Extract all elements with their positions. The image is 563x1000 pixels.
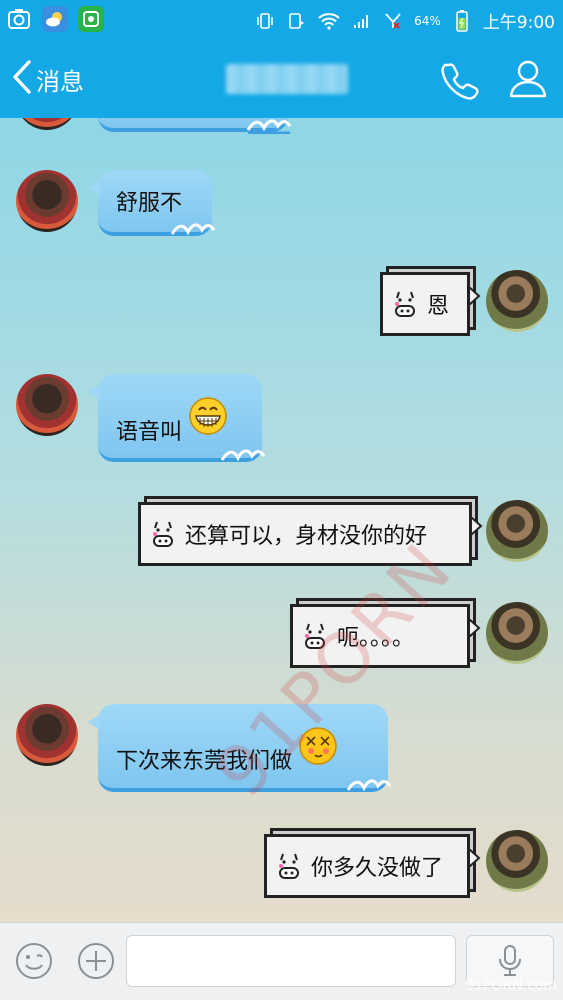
back-button[interactable]: 消息 bbox=[12, 58, 84, 100]
input-bar: 91PORN.com bbox=[0, 922, 563, 1000]
battery-icon bbox=[451, 9, 473, 32]
status-bar-indicators: 64% 上午9:00 bbox=[254, 8, 555, 33]
pig-face-icon bbox=[153, 521, 173, 547]
phone-icon[interactable] bbox=[440, 60, 480, 100]
message-bubble[interactable]: 你多久没做了 bbox=[264, 834, 481, 898]
message-text: 恩 bbox=[427, 294, 450, 319]
message-bubble[interactable]: 语音叫 bbox=[88, 374, 266, 462]
call-icon bbox=[286, 10, 308, 32]
avatar[interactable] bbox=[16, 374, 78, 436]
wave-decoration-icon bbox=[246, 119, 292, 134]
plus-icon[interactable] bbox=[76, 941, 116, 981]
green-app-icon bbox=[78, 6, 104, 32]
avatar[interactable] bbox=[16, 704, 78, 766]
avatar[interactable] bbox=[486, 830, 548, 892]
avatar[interactable] bbox=[16, 170, 78, 232]
message-bubble[interactable]: 恩 bbox=[380, 272, 481, 336]
emoji-icon[interactable] bbox=[14, 941, 54, 981]
bubble-tail bbox=[469, 849, 481, 867]
chat-area[interactable]: 舒服不 恩 语音叫 还算可以，身材没你的好 呃。。。。 下次来东莞我们做 你多久… bbox=[0, 118, 563, 922]
status-bar-apps bbox=[6, 6, 104, 32]
pig-face-icon bbox=[395, 291, 415, 317]
vibrate-icon bbox=[254, 10, 276, 32]
message-input[interactable] bbox=[126, 935, 456, 987]
back-label: 消息 bbox=[36, 67, 84, 96]
bubble-tail bbox=[469, 287, 481, 305]
bubble-tail bbox=[471, 517, 483, 535]
status-bar: 64% 上午9:00 bbox=[0, 0, 563, 40]
weather-app-icon bbox=[42, 6, 68, 32]
camera-app-icon bbox=[6, 6, 32, 32]
message-text: 语音叫 bbox=[116, 420, 183, 445]
avatar[interactable] bbox=[486, 602, 548, 664]
avatar[interactable] bbox=[16, 118, 78, 130]
message-text: 你多久没做了 bbox=[311, 856, 444, 881]
profile-icon[interactable] bbox=[508, 58, 548, 98]
sim2-signal-icon bbox=[382, 10, 404, 32]
chevron-left-icon bbox=[12, 60, 32, 98]
avatar[interactable] bbox=[486, 270, 548, 332]
message-bubble[interactable]: 舒服不 bbox=[88, 170, 216, 236]
wave-decoration-icon bbox=[220, 449, 266, 462]
bubble-tail bbox=[469, 619, 481, 637]
chat-header: 消息 bbox=[0, 40, 563, 118]
avatar[interactable] bbox=[486, 500, 548, 562]
microphone-icon bbox=[499, 945, 521, 976]
signal-icon bbox=[350, 10, 372, 32]
wifi-icon bbox=[318, 10, 340, 32]
chat-title-blurred bbox=[226, 64, 348, 94]
message-text: 舒服不 bbox=[116, 191, 183, 216]
wave-decoration-icon bbox=[346, 779, 392, 792]
message-bubble-partial bbox=[98, 118, 292, 134]
grin-emoji-icon bbox=[189, 397, 227, 435]
pig-face-icon bbox=[279, 853, 299, 879]
corner-watermark: 91PORN.com bbox=[465, 978, 557, 994]
battery-percent: 64% bbox=[414, 13, 441, 28]
clock: 上午9:00 bbox=[482, 13, 555, 33]
wave-decoration-icon bbox=[170, 223, 216, 236]
